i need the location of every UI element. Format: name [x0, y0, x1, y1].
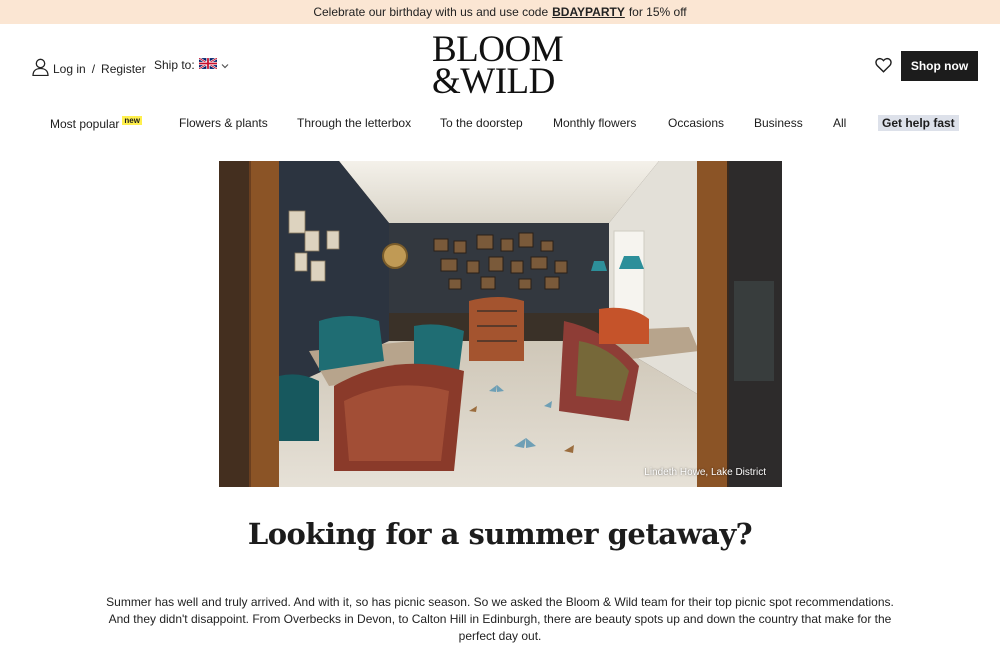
- hero-image: Lindeth Howe, Lake District: [219, 161, 782, 487]
- hotel-lounge-illustration: [219, 161, 782, 487]
- promo-text-before: Celebrate our birthday with us and use c…: [313, 5, 549, 19]
- account-links: Log in / Register: [32, 58, 146, 79]
- user-icon[interactable]: [32, 58, 49, 79]
- nav-item-all[interactable]: All: [833, 116, 846, 130]
- nav-item-to-doorstep[interactable]: To the doorstep: [440, 116, 523, 130]
- ship-to-label: Ship to:: [154, 58, 195, 72]
- heart-icon[interactable]: [875, 57, 892, 78]
- nav-item-monthly-flowers[interactable]: Monthly flowers: [553, 116, 636, 130]
- main-nav: Most popular new Flowers & plants Through…: [0, 110, 1000, 138]
- nav-item-most-popular[interactable]: Most popular new: [50, 116, 142, 131]
- promo-text-after: for 15% off: [628, 5, 687, 19]
- uk-flag-icon: [198, 57, 218, 72]
- promo-code-link[interactable]: BDAYPARTY: [552, 5, 625, 19]
- login-separator: /: [91, 61, 96, 76]
- nav-item-get-help-fast[interactable]: Get help fast: [878, 115, 959, 131]
- nav-item-occasions[interactable]: Occasions: [668, 116, 724, 130]
- login-link[interactable]: Log in: [53, 62, 86, 76]
- brand-logo[interactable]: BLOOM &WILD: [432, 31, 572, 102]
- nav-item-through-letterbox[interactable]: Through the letterbox: [297, 116, 411, 130]
- page-title: Looking for a summer getaway?: [247, 517, 753, 551]
- chevron-down-icon: [221, 58, 229, 72]
- nav-item-flowers-plants[interactable]: Flowers & plants: [179, 116, 268, 130]
- intro-paragraph: Summer has well and truly arrived. And w…: [106, 595, 894, 643]
- shop-now-button[interactable]: Shop now: [901, 51, 978, 81]
- new-badge: new: [122, 116, 142, 125]
- hero-caption: Lindeth Howe, Lake District: [644, 467, 766, 478]
- site-header: Log in / Register Ship to: BLOOM &WILD S…: [0, 24, 1000, 110]
- promo-banner: Celebrate our birthday with us and use c…: [0, 0, 1000, 24]
- register-link[interactable]: Register: [101, 62, 146, 76]
- nav-item-business[interactable]: Business: [754, 116, 803, 130]
- nav-item-label: Most popular: [50, 117, 120, 131]
- logo-line-2: &WILD: [432, 61, 555, 102]
- ship-to-selector[interactable]: Ship to:: [154, 57, 229, 72]
